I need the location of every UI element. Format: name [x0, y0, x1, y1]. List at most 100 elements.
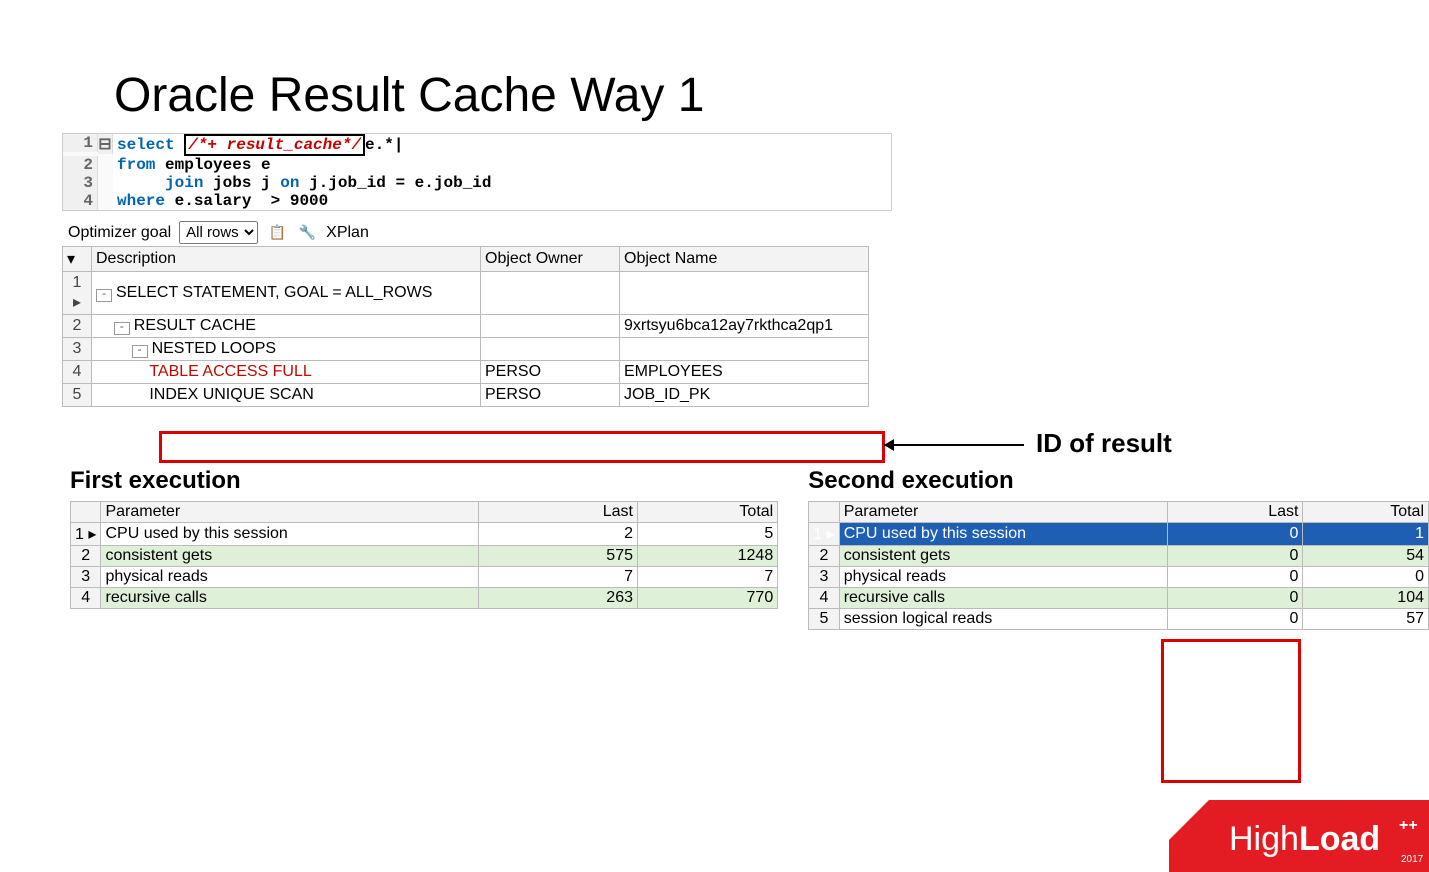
highlight-result-cache-row	[159, 431, 885, 463]
plan-owner: PERSO	[481, 361, 620, 384]
stats-row[interactable]: 5session logical reads057	[809, 609, 1429, 630]
col-description[interactable]: Description	[92, 247, 481, 272]
stats-row[interactable]: 3physical reads77	[71, 567, 778, 588]
stat-parameter: CPU used by this session	[839, 523, 1168, 546]
stat-parameter: recursive calls	[839, 588, 1168, 609]
row-number: 1 ▸	[63, 272, 92, 315]
plan-row[interactable]: 5 INDEX UNIQUE SCANPERSOJOB_ID_PK	[63, 384, 869, 407]
plan-row[interactable]: 3 -NESTED LOOPS	[63, 338, 869, 361]
plan-row[interactable]: 4 TABLE ACCESS FULLPERSOEMPLOYEES	[63, 361, 869, 384]
plan-object-name: EMPLOYEES	[620, 361, 869, 384]
sql-line-4[interactable]: where e.salary > 9000	[113, 192, 891, 210]
stat-total: 54	[1303, 546, 1429, 567]
grid-menu-button[interactable]: ▾	[63, 247, 92, 272]
gutter-line-2: 2	[63, 156, 98, 174]
plan-owner	[481, 315, 620, 338]
stats-row[interactable]: 4recursive calls0104	[809, 588, 1429, 609]
highlight-last-column	[1161, 639, 1301, 783]
tree-toggle-icon[interactable]: -	[114, 322, 130, 335]
col-parameter[interactable]: Parameter	[839, 502, 1168, 523]
sql-line-1[interactable]: select /*+ result_cache*/e.*|	[113, 134, 891, 156]
stat-last: 0	[1168, 567, 1303, 588]
col-last[interactable]: Last	[1168, 502, 1303, 523]
stat-total: 770	[638, 588, 778, 609]
first-execution-grid: Parameter Last Total 1 ▸CPU used by this…	[70, 501, 778, 609]
row-number: 2	[809, 546, 839, 567]
row-number: 4	[71, 588, 101, 609]
stat-parameter: CPU used by this session	[101, 523, 478, 546]
row-number: 1 ▸	[71, 523, 101, 546]
refresh-icon[interactable]: 📋	[266, 222, 288, 244]
optimizer-goal-select[interactable]: All rows	[179, 221, 258, 244]
svg-text:2017: 2017	[1401, 854, 1424, 865]
fold-toggle[interactable]: ⊟	[98, 134, 113, 154]
stat-last: 575	[478, 546, 637, 567]
page-title: Oracle Result Cache Way 1	[114, 68, 1429, 123]
gutter-line-4: 4	[63, 192, 98, 210]
col-last[interactable]: Last	[478, 502, 637, 523]
stats-row[interactable]: 2consistent gets5751248	[71, 546, 778, 567]
annotation-arrow	[884, 444, 1024, 446]
stat-parameter: recursive calls	[101, 588, 478, 609]
stat-last: 0	[1168, 609, 1303, 630]
stats-row[interactable]: 4recursive calls263770	[71, 588, 778, 609]
col-object-owner[interactable]: Object Owner	[481, 247, 620, 272]
row-number: 3	[809, 567, 839, 588]
row-number: 2	[71, 546, 101, 567]
row-number: 1 ▸	[809, 523, 839, 546]
sql-line-3[interactable]: join jobs j on j.job_id = e.job_id	[113, 174, 891, 192]
stat-parameter: consistent gets	[101, 546, 478, 567]
grid-corner[interactable]	[71, 502, 101, 523]
first-execution-title: First execution	[70, 467, 778, 495]
plan-description: INDEX UNIQUE SCAN	[92, 384, 481, 407]
sql-editor[interactable]: 1 ⊟ select /*+ result_cache*/e.*| 2 from …	[62, 133, 892, 211]
stat-last: 0	[1168, 546, 1303, 567]
stat-total: 57	[1303, 609, 1429, 630]
sql-line-2[interactable]: from employees e	[113, 156, 891, 174]
plan-object-name	[620, 272, 869, 315]
plan-row[interactable]: 2 -RESULT CACHE9xrtsyu6bca12ay7rkthca2qp…	[63, 315, 869, 338]
tree-toggle-icon[interactable]: -	[132, 345, 148, 358]
stat-total: 104	[1303, 588, 1429, 609]
stat-parameter: session logical reads	[839, 609, 1168, 630]
col-parameter[interactable]: Parameter	[101, 502, 478, 523]
grid-corner[interactable]	[809, 502, 839, 523]
svg-text:++: ++	[1399, 817, 1418, 834]
row-number: 5	[63, 384, 92, 407]
second-execution-section: Second execution Parameter Last Total 1 …	[808, 467, 1429, 630]
stat-total: 1248	[638, 546, 778, 567]
row-number: 2	[63, 315, 92, 338]
stat-last: 0	[1168, 523, 1303, 546]
stats-row[interactable]: 2consistent gets054	[809, 546, 1429, 567]
stats-row[interactable]: 3physical reads00	[809, 567, 1429, 588]
stat-parameter: consistent gets	[839, 546, 1168, 567]
stat-last: 2	[478, 523, 637, 546]
gutter-line-1: 1	[63, 134, 98, 152]
tree-toggle-icon[interactable]: -	[96, 289, 112, 302]
row-number: 4	[63, 361, 92, 384]
optimizer-goal-label: Optimizer goal	[68, 224, 171, 242]
plan-description: TABLE ACCESS FULL	[92, 361, 481, 384]
col-object-name[interactable]: Object Name	[620, 247, 869, 272]
plan-description: -NESTED LOOPS	[92, 338, 481, 361]
plan-owner: PERSO	[481, 384, 620, 407]
col-total[interactable]: Total	[638, 502, 778, 523]
stats-row[interactable]: 1 ▸CPU used by this session01	[809, 523, 1429, 546]
col-total[interactable]: Total	[1303, 502, 1429, 523]
xplan-button[interactable]: XPlan	[326, 224, 369, 242]
stat-last: 0	[1168, 588, 1303, 609]
plan-row[interactable]: 1 ▸-SELECT STATEMENT, GOAL = ALL_ROWS	[63, 272, 869, 315]
stat-parameter: physical reads	[101, 567, 478, 588]
annotation-id-of-result: ID of result	[1036, 428, 1172, 459]
brand-logo: HighLoad ++ 2017	[1169, 792, 1429, 872]
plan-owner	[481, 338, 620, 361]
tools-icon[interactable]: 🔧	[296, 222, 318, 244]
row-number: 4	[809, 588, 839, 609]
stat-total: 0	[1303, 567, 1429, 588]
row-number: 5	[809, 609, 839, 630]
stat-last: 7	[478, 567, 637, 588]
stats-row[interactable]: 1 ▸CPU used by this session25	[71, 523, 778, 546]
toolbar: Optimizer goal All rows 📋 🔧 XPlan	[68, 221, 1429, 244]
row-number: 3	[71, 567, 101, 588]
stat-parameter: physical reads	[839, 567, 1168, 588]
